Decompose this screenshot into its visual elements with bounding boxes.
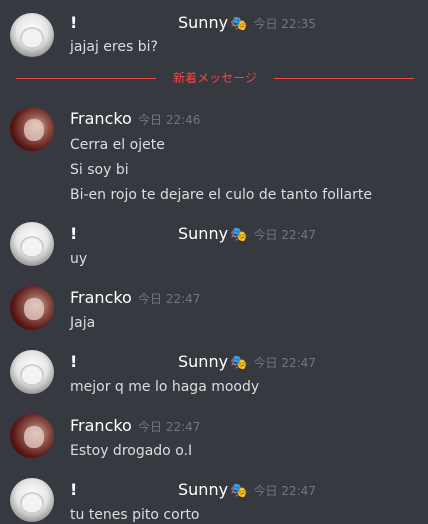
timestamp: 今日 22:47: [253, 355, 316, 370]
username[interactable]: !: [70, 353, 77, 371]
username[interactable]: Francko: [70, 110, 132, 128]
user-avatar[interactable]: [10, 414, 54, 458]
user-avatar[interactable]: [10, 13, 54, 57]
username[interactable]: !: [70, 225, 77, 243]
display-name[interactable]: Sunny: [178, 224, 228, 243]
message-text: Bi-en rojo te dejare el culo de tanto fo…: [70, 187, 372, 203]
username[interactable]: Francko: [70, 289, 132, 307]
display-name-group: Sunny 🎭 今日 22:47: [178, 225, 316, 244]
masks-emoji-icon: 🎭: [230, 226, 248, 243]
user-avatar[interactable]: [10, 222, 54, 266]
username[interactable]: !: [70, 481, 77, 499]
masks-emoji-icon: 🎭: [230, 15, 248, 32]
display-name[interactable]: Sunny: [178, 352, 228, 371]
message-text: Si soy bi: [70, 162, 129, 178]
user-avatar[interactable]: [10, 350, 54, 394]
new-messages-label: 新着メッセージ: [167, 70, 263, 86]
timestamp: 今日 22:47: [253, 483, 316, 498]
message-text: tu tenes pito corto: [70, 507, 200, 523]
timestamp: 今日 22:47: [138, 420, 201, 434]
message-text: Cerra el ojete: [70, 137, 165, 153]
user-avatar[interactable]: [10, 286, 54, 330]
message-text: Estoy drogado o.I: [70, 443, 193, 459]
display-name-group: Sunny 🎭 今日 22:47: [178, 481, 316, 500]
timestamp: 今日 22:46: [138, 113, 201, 127]
masks-emoji-icon: 🎭: [230, 354, 248, 371]
new-messages-divider: 新着メッセージ: [16, 70, 414, 86]
username[interactable]: Francko: [70, 417, 132, 435]
display-name[interactable]: Sunny: [178, 13, 228, 32]
display-name[interactable]: Sunny: [178, 480, 228, 499]
message-text: Jaja: [70, 315, 96, 331]
message-text: uy: [70, 251, 88, 267]
timestamp: 今日 22:35: [253, 16, 316, 31]
message-text: mejor q me lo haga moody: [70, 379, 260, 395]
masks-emoji-icon: 🎭: [230, 482, 248, 499]
user-avatar[interactable]: [10, 107, 54, 151]
message-text: jajaj eres bi?: [70, 39, 158, 55]
username[interactable]: !: [70, 14, 77, 32]
timestamp: 今日 22:47: [253, 227, 316, 242]
user-avatar[interactable]: [10, 478, 54, 522]
display-name-group: Sunny 🎭 今日 22:35: [178, 14, 316, 33]
display-name-group: Sunny 🎭 今日 22:47: [178, 353, 316, 372]
timestamp: 今日 22:47: [138, 292, 201, 306]
